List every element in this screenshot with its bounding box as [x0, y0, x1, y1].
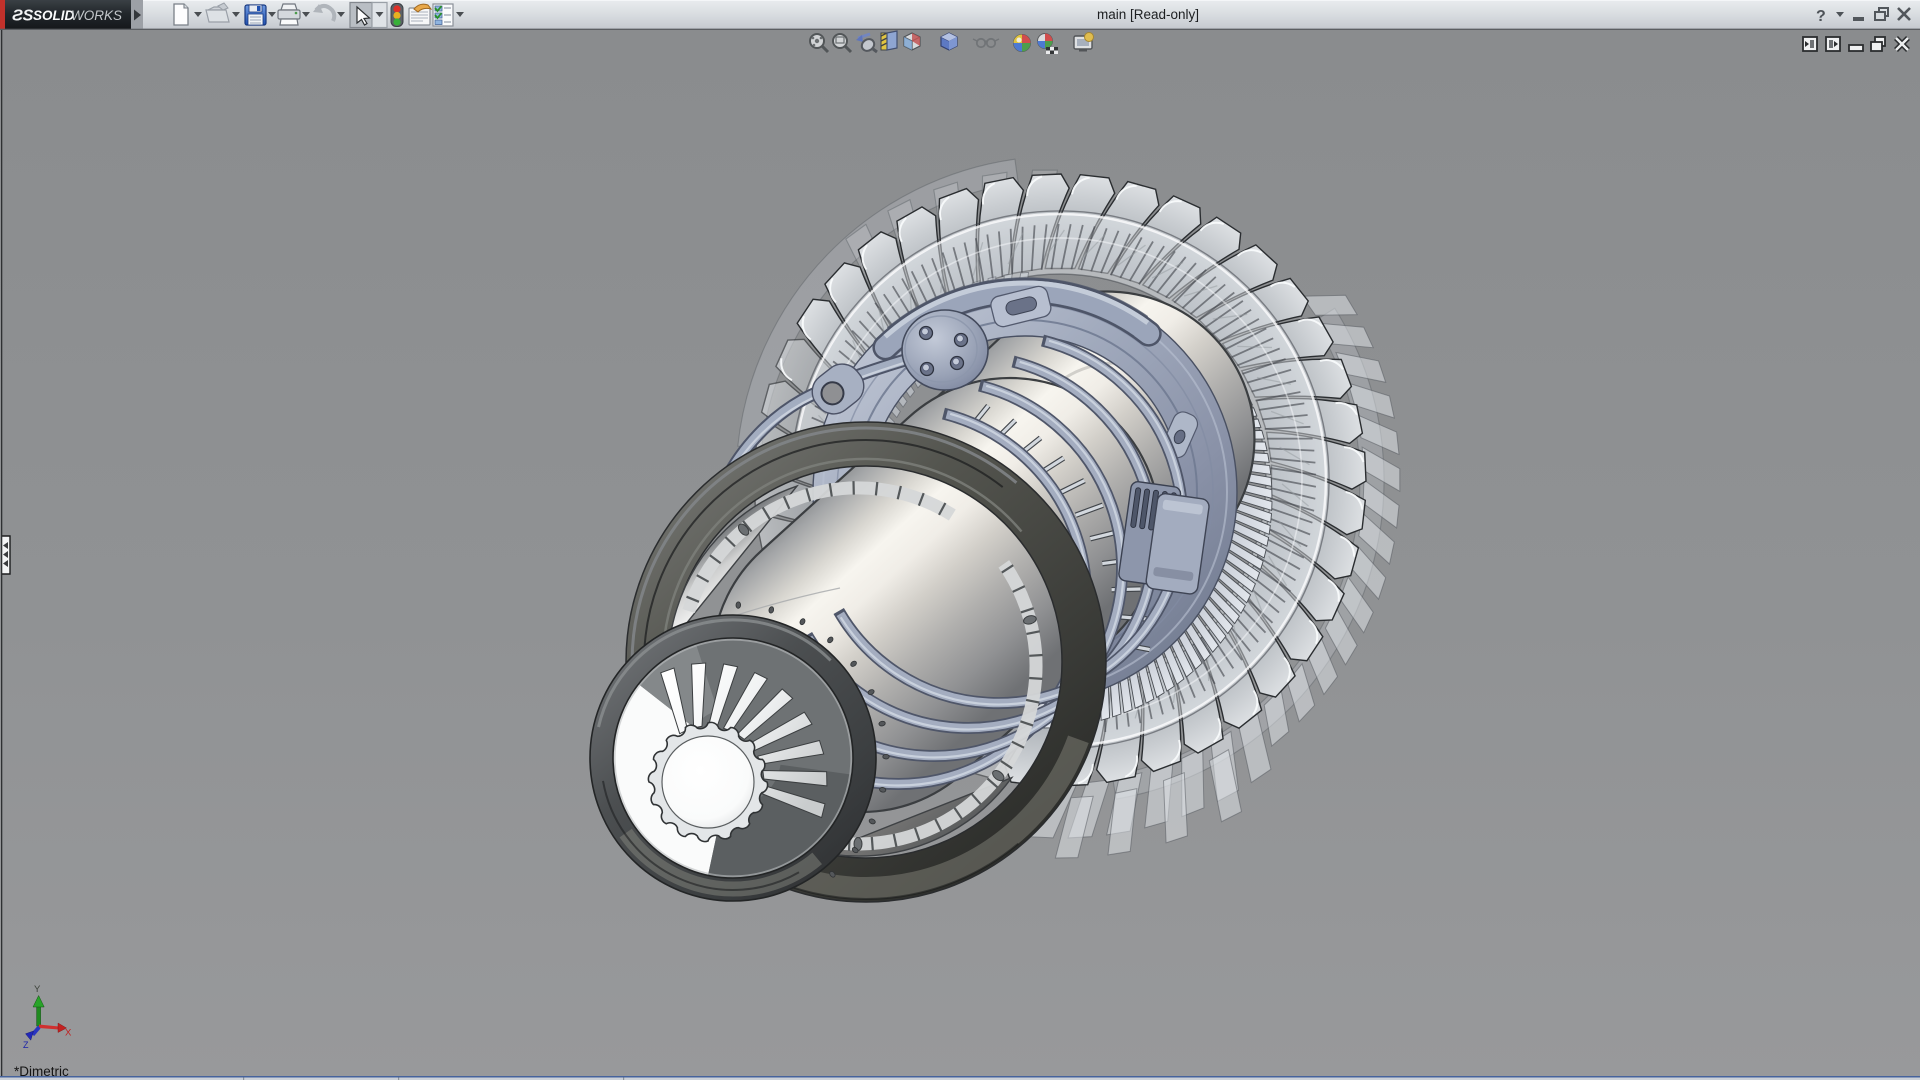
svg-text:X: X [65, 1028, 72, 1039]
svg-text:Y: Y [34, 984, 41, 995]
svg-text:Z: Z [23, 1040, 29, 1050]
